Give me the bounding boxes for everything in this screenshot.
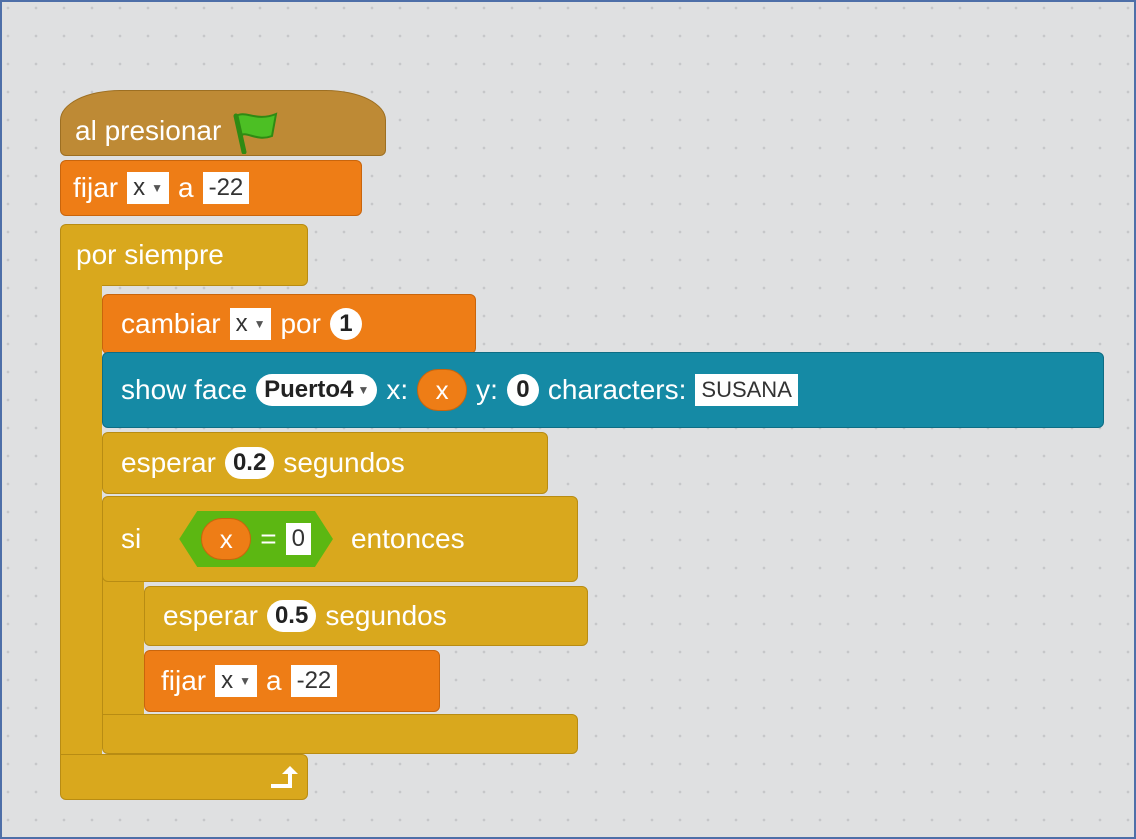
if-label: si (121, 523, 142, 554)
y-value-input[interactable]: 0 (506, 374, 539, 406)
set-variable-block[interactable]: fijar x ▼ a -22 (144, 650, 440, 712)
variable-dropdown[interactable]: x ▼ (127, 172, 170, 204)
forever-arm (60, 242, 102, 772)
set-to-label: a (178, 172, 194, 203)
show-face-label: show face (121, 374, 248, 405)
set-label: fijar (73, 172, 119, 203)
dropdown-arrow-icon: ▼ (357, 383, 370, 397)
set-variable-block[interactable]: fijar x ▼ a -22 (60, 160, 362, 216)
x-variable-reporter[interactable]: x (417, 369, 468, 411)
face-dropdown[interactable]: Puerto4 ▼ (256, 374, 378, 406)
change-variable-block[interactable]: cambiar x ▼ por 1 (102, 294, 476, 354)
forever-label-row: por siempre (76, 230, 224, 280)
characters-input[interactable]: SUSANA (695, 374, 798, 406)
x-label: x: (386, 374, 409, 405)
variable-dropdown-value: x (221, 667, 234, 694)
wait-seconds-input[interactable]: 0.2 (224, 447, 275, 479)
change-by-label: por (280, 308, 321, 339)
variable-dropdown-value: x (133, 174, 146, 201)
hat-label: al presionar (75, 115, 222, 146)
set-value-input[interactable]: -22 (202, 172, 250, 204)
dropdown-arrow-icon: ▼ (239, 674, 252, 688)
variable-dropdown[interactable]: x ▼ (215, 665, 258, 697)
script-area[interactable]: al presionar fijar x ▼ a -22 por siempre … (0, 0, 1136, 839)
characters-label: characters: (547, 374, 687, 405)
green-flag-icon (233, 112, 278, 154)
show-face-block[interactable]: show face Puerto4 ▼ x: x y: 0 characters:… (102, 352, 1104, 428)
forever-label: por siempre (76, 239, 224, 270)
if-bottom[interactable] (102, 714, 578, 754)
x-variable-reporter[interactable]: x (201, 518, 251, 560)
wait-label: esperar (121, 447, 216, 478)
dropdown-arrow-icon: ▼ (151, 181, 164, 195)
equals-sign: = (260, 523, 277, 554)
change-value-input[interactable]: 1 (329, 308, 362, 340)
variable-dropdown-value: x (235, 310, 248, 337)
wait-unit-label: segundos (325, 600, 447, 631)
set-label: fijar (161, 665, 207, 696)
wait-block[interactable]: esperar 0.5 segundos (144, 586, 588, 646)
variable-dropdown[interactable]: x ▼ (229, 308, 272, 340)
change-label: cambiar (121, 308, 221, 339)
face-dropdown-value: Puerto4 (264, 376, 354, 403)
dropdown-arrow-icon: ▼ (253, 317, 266, 331)
set-value-input[interactable]: -22 (290, 665, 338, 697)
if-block[interactable]: si x = 0 entonces (102, 496, 578, 582)
wait-block[interactable]: esperar 0.2 segundos (102, 432, 548, 494)
wait-seconds-input[interactable]: 0.5 (266, 600, 317, 632)
loop-arrow-icon (271, 766, 298, 788)
compare-value-input[interactable]: 0 (286, 523, 311, 555)
wait-unit-label: segundos (283, 447, 405, 478)
when-flag-clicked-block[interactable]: al presionar (60, 90, 386, 156)
if-arm (102, 562, 144, 722)
set-to-label: a (266, 665, 282, 696)
y-label: y: (476, 374, 498, 405)
wait-label: esperar (163, 600, 258, 631)
then-label: entonces (350, 523, 465, 554)
equals-operator-block[interactable]: x = 0 (179, 511, 333, 567)
